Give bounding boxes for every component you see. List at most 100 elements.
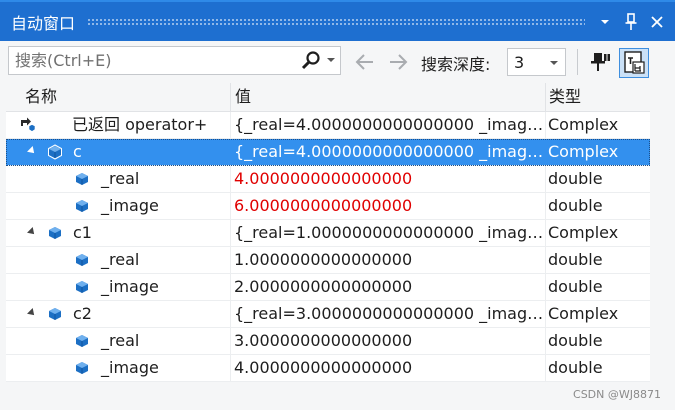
- cell-divider: [545, 301, 546, 327]
- row-name: _real: [101, 250, 140, 269]
- row-value[interactable]: 6.0000000000000000: [233, 193, 546, 219]
- field-icon: [74, 198, 90, 214]
- pin-button[interactable]: [621, 11, 641, 33]
- variable-icon: [47, 306, 63, 322]
- cell-divider: [545, 355, 546, 381]
- row-type: Complex: [548, 304, 619, 323]
- cell-divider: [230, 328, 231, 354]
- row-value[interactable]: 2.0000000000000000: [233, 274, 546, 300]
- field-icon: [74, 279, 90, 295]
- expand-toggle[interactable]: [27, 146, 37, 156]
- table-row[interactable]: 已返回 operator+ {_real=4.0000000000000000 _…: [6, 112, 650, 139]
- hex-display-icon: [624, 51, 645, 74]
- grid-rows: 已返回 operator+ {_real=4.0000000000000000 _…: [6, 112, 650, 382]
- row-type: double: [548, 196, 603, 215]
- column-header-name[interactable]: 名称: [19, 83, 57, 111]
- window-menu-button[interactable]: [595, 11, 615, 33]
- row-value[interactable]: 1.0000000000000000: [233, 247, 546, 273]
- row-value[interactable]: {_real=1.0000000000000000 _image=2.00000…: [233, 220, 546, 246]
- table-row[interactable]: c1 {_real=1.0000000000000000 _image=2.000…: [6, 220, 650, 247]
- cell-divider: [545, 274, 546, 300]
- variable-icon: [47, 144, 63, 160]
- row-name: _image: [101, 358, 159, 377]
- hex-display-toggle[interactable]: [619, 48, 649, 78]
- row-type: double: [548, 277, 603, 296]
- table-row[interactable]: _real 3.0000000000000000 double: [6, 328, 650, 355]
- cell-divider: [230, 301, 231, 327]
- row-value[interactable]: {_real=4.0000000000000000 _image=6.00000…: [233, 139, 546, 165]
- cell-divider: [230, 112, 231, 138]
- table-row[interactable]: _image 2.0000000000000000 double: [6, 274, 650, 301]
- title-drag-grip[interactable]: [87, 17, 585, 26]
- row-type: double: [548, 169, 603, 188]
- search-back-button[interactable]: [353, 50, 377, 74]
- grid-header: 名称 值 类型: [6, 83, 650, 112]
- cell-divider: [545, 112, 546, 138]
- table-row[interactable]: _real 1.0000000000000000 double: [6, 247, 650, 274]
- row-value[interactable]: 4.0000000000000000: [233, 355, 546, 381]
- row-value[interactable]: 3.0000000000000000: [233, 328, 546, 354]
- row-name: _image: [101, 277, 159, 296]
- cell-divider: [545, 193, 546, 219]
- field-icon: [74, 252, 90, 268]
- table-row[interactable]: _real 4.0000000000000000 double: [6, 166, 650, 193]
- field-icon: [74, 360, 90, 376]
- row-name: 已返回 operator+: [72, 115, 208, 134]
- row-type: Complex: [548, 115, 619, 134]
- chevron-down-icon: [601, 19, 609, 24]
- field-icon: [74, 333, 90, 349]
- autos-grid: 名称 值 类型 已返回 operator+ {_real=4.0000000000…: [6, 83, 650, 382]
- toolbar-separator: [577, 49, 578, 75]
- variable-icon: [47, 225, 63, 241]
- row-name: _real: [101, 169, 140, 188]
- row-name: c2: [73, 304, 92, 323]
- pin-icon: [625, 12, 637, 30]
- expand-toggle[interactable]: [27, 308, 37, 318]
- cell-divider: [230, 193, 231, 219]
- table-row[interactable]: c {_real=4.0000000000000000 _image=6.0000…: [6, 139, 650, 166]
- cell-divider: [230, 274, 231, 300]
- cell-divider: [545, 247, 546, 273]
- table-row[interactable]: c2 {_real=3.0000000000000000 _image=4.000…: [6, 301, 650, 328]
- search-input[interactable]: [9, 47, 301, 74]
- table-row[interactable]: _image 6.0000000000000000 double: [6, 193, 650, 220]
- chevron-down-icon: [550, 61, 558, 65]
- search-depth-select[interactable]: 3: [507, 48, 566, 76]
- row-type: Complex: [548, 142, 619, 161]
- row-value[interactable]: {_real=4.0000000000000000 _image=6.00000…: [233, 112, 546, 138]
- table-row[interactable]: _image 4.0000000000000000 double: [6, 355, 650, 382]
- row-type: double: [548, 331, 603, 350]
- cell-divider: [230, 220, 231, 246]
- close-button[interactable]: [647, 11, 667, 33]
- pin-filter-icon: [591, 53, 610, 71]
- arrow-right-icon: [390, 54, 408, 70]
- search-icon: [301, 51, 320, 70]
- search-forward-button[interactable]: [386, 50, 410, 74]
- watermark: CSDN @WJ8871: [573, 388, 661, 401]
- cell-divider: [545, 220, 546, 246]
- return-value-icon: [20, 117, 36, 133]
- filter-button[interactable]: [586, 48, 614, 76]
- row-value[interactable]: {_real=3.0000000000000000 _image=4.00000…: [233, 301, 546, 327]
- search-box: [8, 46, 341, 75]
- column-header-value[interactable]: 值: [229, 83, 251, 111]
- search-button[interactable]: [300, 50, 322, 72]
- window-title: 自动窗口: [11, 13, 76, 33]
- cell-divider: [230, 247, 231, 273]
- column-header-type[interactable]: 类型: [543, 83, 581, 111]
- row-type: double: [548, 358, 603, 377]
- row-type: Complex: [548, 223, 619, 242]
- row-value[interactable]: 4.0000000000000000: [233, 166, 546, 192]
- row-name: _image: [101, 196, 159, 215]
- search-options-dropdown[interactable]: [327, 58, 335, 62]
- row-name: _real: [101, 331, 140, 350]
- title-bar: 自动窗口: [0, 0, 675, 41]
- row-name: c: [73, 142, 82, 161]
- field-icon: [74, 171, 90, 187]
- cell-divider: [545, 166, 546, 192]
- cell-divider: [545, 139, 546, 165]
- expand-toggle[interactable]: [27, 227, 37, 237]
- search-depth-label: 搜索深度:: [421, 55, 491, 74]
- search-depth-value: 3: [514, 53, 525, 72]
- cell-divider: [230, 139, 231, 165]
